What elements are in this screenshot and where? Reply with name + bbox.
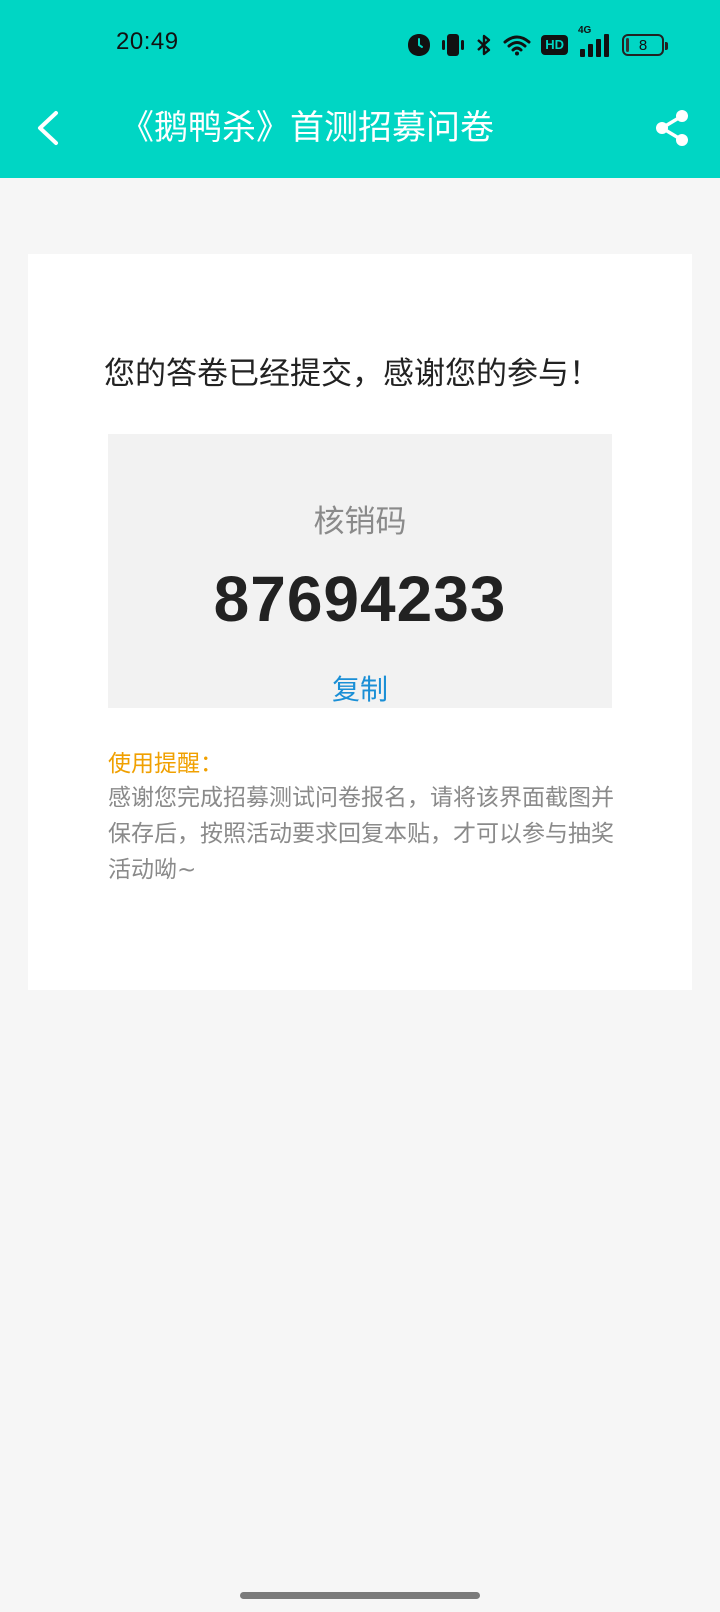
status-icons: HD 4G 8 bbox=[407, 25, 668, 60]
screen: 20:49 HD 4G 8 《鹅鸭杀》首测招募问卷 您的答卷已经提交，感谢您的参… bbox=[0, 0, 720, 1612]
back-button[interactable] bbox=[26, 106, 70, 150]
redeem-code-value: 87694233 bbox=[213, 563, 507, 635]
wifi-icon bbox=[503, 34, 531, 56]
vibrate-icon bbox=[441, 32, 465, 58]
reminder-title: 使用提醒： bbox=[108, 751, 223, 777]
home-indicator[interactable] bbox=[240, 1592, 480, 1599]
status-time: 20:49 bbox=[116, 28, 179, 55]
copy-button[interactable]: 复制 bbox=[108, 668, 612, 708]
share-button[interactable] bbox=[650, 106, 694, 150]
result-card: 您的答卷已经提交，感谢您的参与！ 核销码 87694233 复制 使用提醒： 感… bbox=[28, 254, 692, 990]
alarm-icon bbox=[407, 33, 431, 57]
bluetooth-icon bbox=[475, 33, 493, 57]
redeem-code-box: 核销码 87694233 复制 bbox=[108, 434, 612, 708]
reminder-text: 感谢您完成招募测试问卷报名，请将该界面截图并保存后，按照活动要求回复本贴，才可以… bbox=[108, 785, 614, 883]
chevron-left-icon bbox=[38, 111, 58, 145]
battery-fill bbox=[626, 38, 629, 52]
top-bar: 20:49 HD 4G 8 《鹅鸭杀》首测招募问卷 bbox=[0, 0, 720, 178]
page-title: 《鹅鸭杀》首测招募问卷 bbox=[120, 108, 494, 148]
share-icon bbox=[656, 110, 688, 146]
signal-icon: 4G bbox=[578, 25, 612, 59]
hd-badge: HD bbox=[541, 35, 568, 55]
battery-icon: 8 bbox=[622, 34, 668, 56]
network-type-label: 4G bbox=[578, 25, 592, 36]
redeem-code-label: 核销码 bbox=[313, 504, 407, 540]
battery-level: 8 bbox=[638, 36, 648, 54]
submitted-message: 您的答卷已经提交，感谢您的参与！ bbox=[104, 356, 600, 392]
